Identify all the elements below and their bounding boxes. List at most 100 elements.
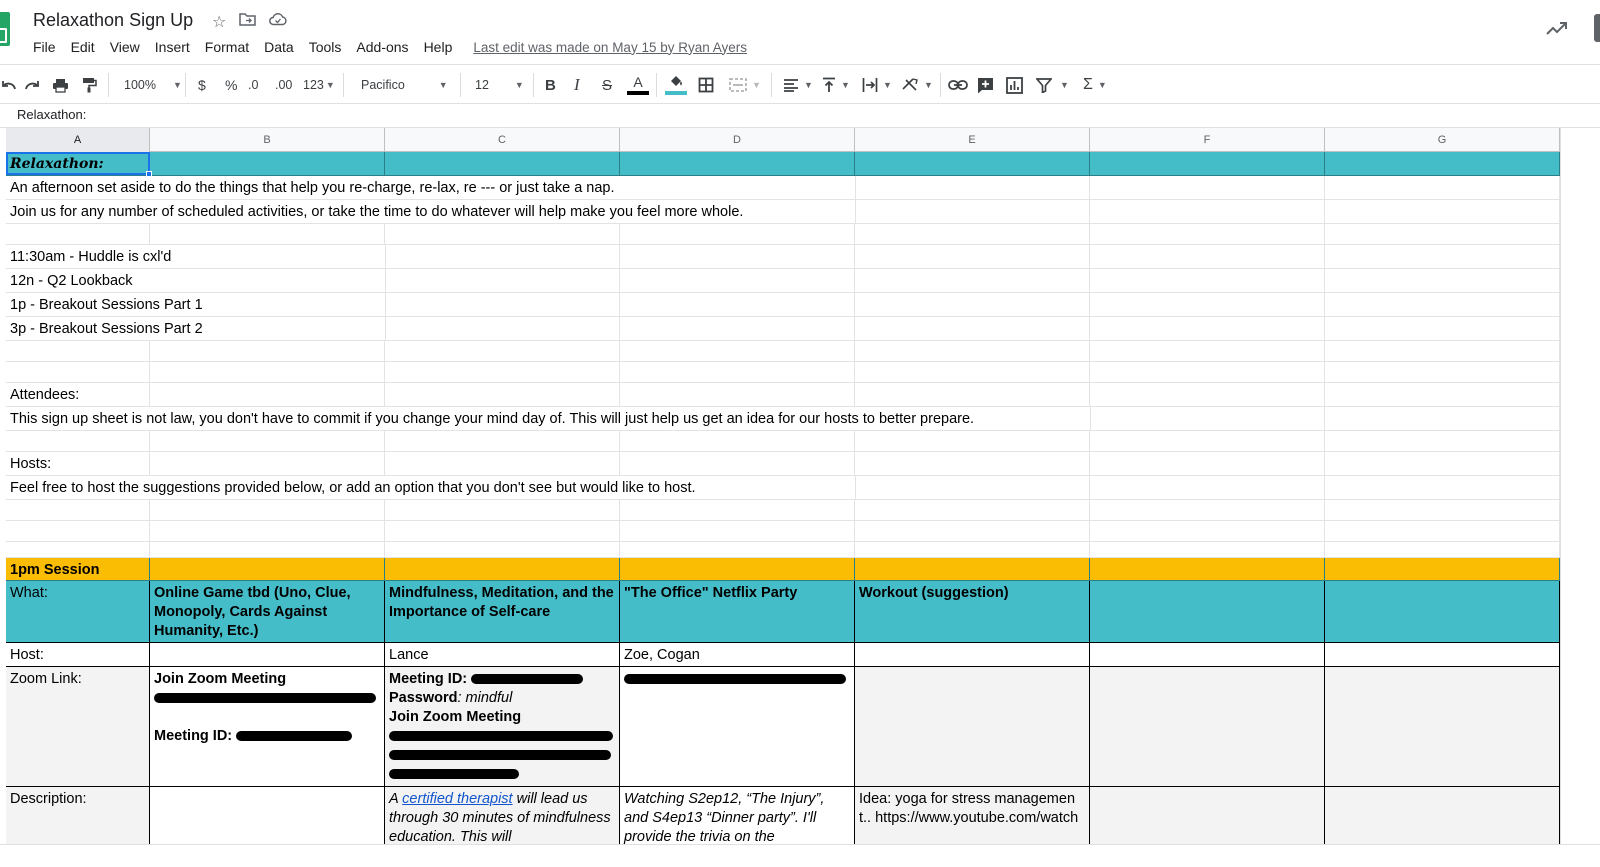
- cell-host-label[interactable]: Host:: [6, 643, 150, 666]
- empty-cell[interactable]: [855, 500, 1090, 520]
- empty-cell[interactable]: [150, 383, 385, 406]
- column-header-a[interactable]: A: [6, 128, 150, 152]
- cell-what-label[interactable]: What:: [6, 581, 150, 642]
- cell-description-workout[interactable]: Idea: yoga for stress management.. https…: [855, 787, 1090, 844]
- column-header-d[interactable]: D: [620, 128, 855, 152]
- text-color-button[interactable]: A: [627, 74, 649, 96]
- empty-cell[interactable]: [620, 341, 855, 361]
- italic-button[interactable]: I: [574, 74, 580, 96]
- empty-cell[interactable]: [620, 317, 855, 340]
- fill-color-button[interactable]: [665, 74, 687, 96]
- empty-cell[interactable]: [1325, 407, 1560, 430]
- empty-cell[interactable]: [1325, 152, 1560, 175]
- spreadsheet-grid[interactable]: A B C D E F G Relaxathon: An afternoon s…: [6, 128, 1560, 844]
- empty-cell[interactable]: [1090, 293, 1325, 316]
- empty-cell[interactable]: [855, 224, 1090, 244]
- empty-cell[interactable]: [1325, 293, 1560, 316]
- empty-cell[interactable]: [620, 293, 855, 316]
- cell-relaxathon-title[interactable]: Relaxathon:: [6, 152, 150, 175]
- empty-cell[interactable]: [1325, 542, 1560, 557]
- empty-cell[interactable]: [855, 452, 1090, 475]
- empty-cell[interactable]: [150, 431, 385, 451]
- empty-cell[interactable]: [855, 269, 1090, 292]
- empty-cell[interactable]: [620, 383, 855, 406]
- empty-cell[interactable]: [1325, 176, 1560, 199]
- empty-cell[interactable]: [150, 521, 385, 541]
- move-folder-icon[interactable]: [239, 12, 257, 32]
- cell-what-workout[interactable]: Workout (suggestion): [855, 581, 1090, 642]
- zoom-link-redacted[interactable]: [624, 670, 850, 689]
- redo-icon[interactable]: [25, 74, 39, 96]
- empty-cell[interactable]: [1325, 667, 1560, 786]
- empty-cell[interactable]: [1325, 643, 1560, 666]
- document-title[interactable]: Relaxathon Sign Up: [33, 10, 193, 31]
- empty-cell[interactable]: [1090, 643, 1325, 666]
- cell-what-netflix-party[interactable]: "The Office" Netflix Party: [620, 581, 855, 642]
- paint-format-icon[interactable]: [82, 74, 97, 96]
- empty-cell[interactable]: [1090, 245, 1325, 268]
- empty-cell[interactable]: [1090, 317, 1325, 340]
- empty-cell[interactable]: [1325, 787, 1560, 844]
- empty-cell[interactable]: [6, 341, 150, 361]
- empty-cell[interactable]: [150, 224, 385, 244]
- cell-host-netflix-party[interactable]: Zoe, Cogan: [620, 643, 855, 666]
- filter-icon[interactable]: ▼: [1036, 74, 1069, 96]
- empty-cell[interactable]: [620, 431, 855, 451]
- empty-cell[interactable]: [1090, 452, 1325, 475]
- insert-comment-icon[interactable]: [977, 74, 994, 96]
- empty-cell[interactable]: [385, 558, 620, 580]
- empty-cell[interactable]: [855, 293, 1090, 316]
- empty-cell[interactable]: [1325, 224, 1560, 244]
- cell-zoom-label[interactable]: Zoom Link:: [6, 667, 150, 786]
- star-icon[interactable]: ☆: [212, 12, 226, 32]
- empty-cell[interactable]: [855, 176, 1090, 199]
- empty-cell[interactable]: [620, 521, 855, 541]
- activity-trend-icon[interactable]: [1546, 20, 1568, 41]
- cell-description-online-game[interactable]: [150, 787, 385, 844]
- empty-cell[interactable]: [1325, 581, 1560, 642]
- empty-cell[interactable]: [1090, 558, 1325, 580]
- formula-bar[interactable]: Relaxathon:: [0, 104, 1600, 128]
- bold-button[interactable]: B: [545, 74, 556, 96]
- empty-cell[interactable]: [1325, 521, 1560, 541]
- empty-cell[interactable]: [1090, 224, 1325, 244]
- empty-cell[interactable]: [1090, 341, 1325, 361]
- empty-cell[interactable]: [1325, 452, 1560, 475]
- empty-cell[interactable]: [385, 152, 620, 175]
- menu-file[interactable]: File: [33, 39, 56, 55]
- column-header-b[interactable]: B: [150, 128, 385, 152]
- empty-cell[interactable]: [620, 224, 855, 244]
- empty-cell[interactable]: [150, 362, 385, 382]
- vertical-align-icon[interactable]: ▼: [822, 74, 850, 96]
- empty-cell[interactable]: [620, 269, 855, 292]
- empty-cell[interactable]: [385, 452, 620, 475]
- cell-schedule-1130[interactable]: 11:30am - Huddle is cxl'd: [6, 245, 171, 268]
- empty-cell[interactable]: [1090, 407, 1325, 430]
- menu-data[interactable]: Data: [264, 39, 294, 55]
- insert-link-icon[interactable]: [948, 74, 968, 96]
- empty-cell[interactable]: [620, 362, 855, 382]
- empty-cell[interactable]: [620, 542, 855, 557]
- percent-format-button[interactable]: %: [225, 74, 237, 96]
- empty-cell[interactable]: [150, 500, 385, 520]
- menu-view[interactable]: View: [110, 39, 140, 55]
- cell-description-label[interactable]: Description:: [6, 787, 150, 844]
- empty-cell[interactable]: [385, 341, 620, 361]
- cell-description-netflix-party[interactable]: Watching S2ep12, “The Injury”, and S4ep1…: [620, 787, 855, 844]
- empty-cell[interactable]: [1325, 317, 1560, 340]
- certified-therapist-link[interactable]: certified therapist: [402, 791, 512, 807]
- cell-zoom-netflix-party[interactable]: [620, 667, 855, 786]
- empty-cell[interactable]: [1325, 341, 1560, 361]
- empty-cell[interactable]: [855, 667, 1090, 786]
- empty-cell[interactable]: [855, 317, 1090, 340]
- menu-format[interactable]: Format: [205, 39, 249, 55]
- empty-cell[interactable]: [1090, 667, 1325, 786]
- functions-button[interactable]: Σ ▼: [1083, 74, 1107, 96]
- empty-cell[interactable]: [855, 362, 1090, 382]
- menu-tools[interactable]: Tools: [309, 39, 342, 55]
- cell-host-workout[interactable]: [855, 643, 1090, 666]
- empty-cell[interactable]: [1090, 152, 1325, 175]
- menu-help[interactable]: Help: [424, 39, 453, 55]
- last-edit-link[interactable]: Last edit was made on May 15 by Ryan Aye…: [473, 40, 747, 55]
- print-icon[interactable]: [52, 74, 69, 96]
